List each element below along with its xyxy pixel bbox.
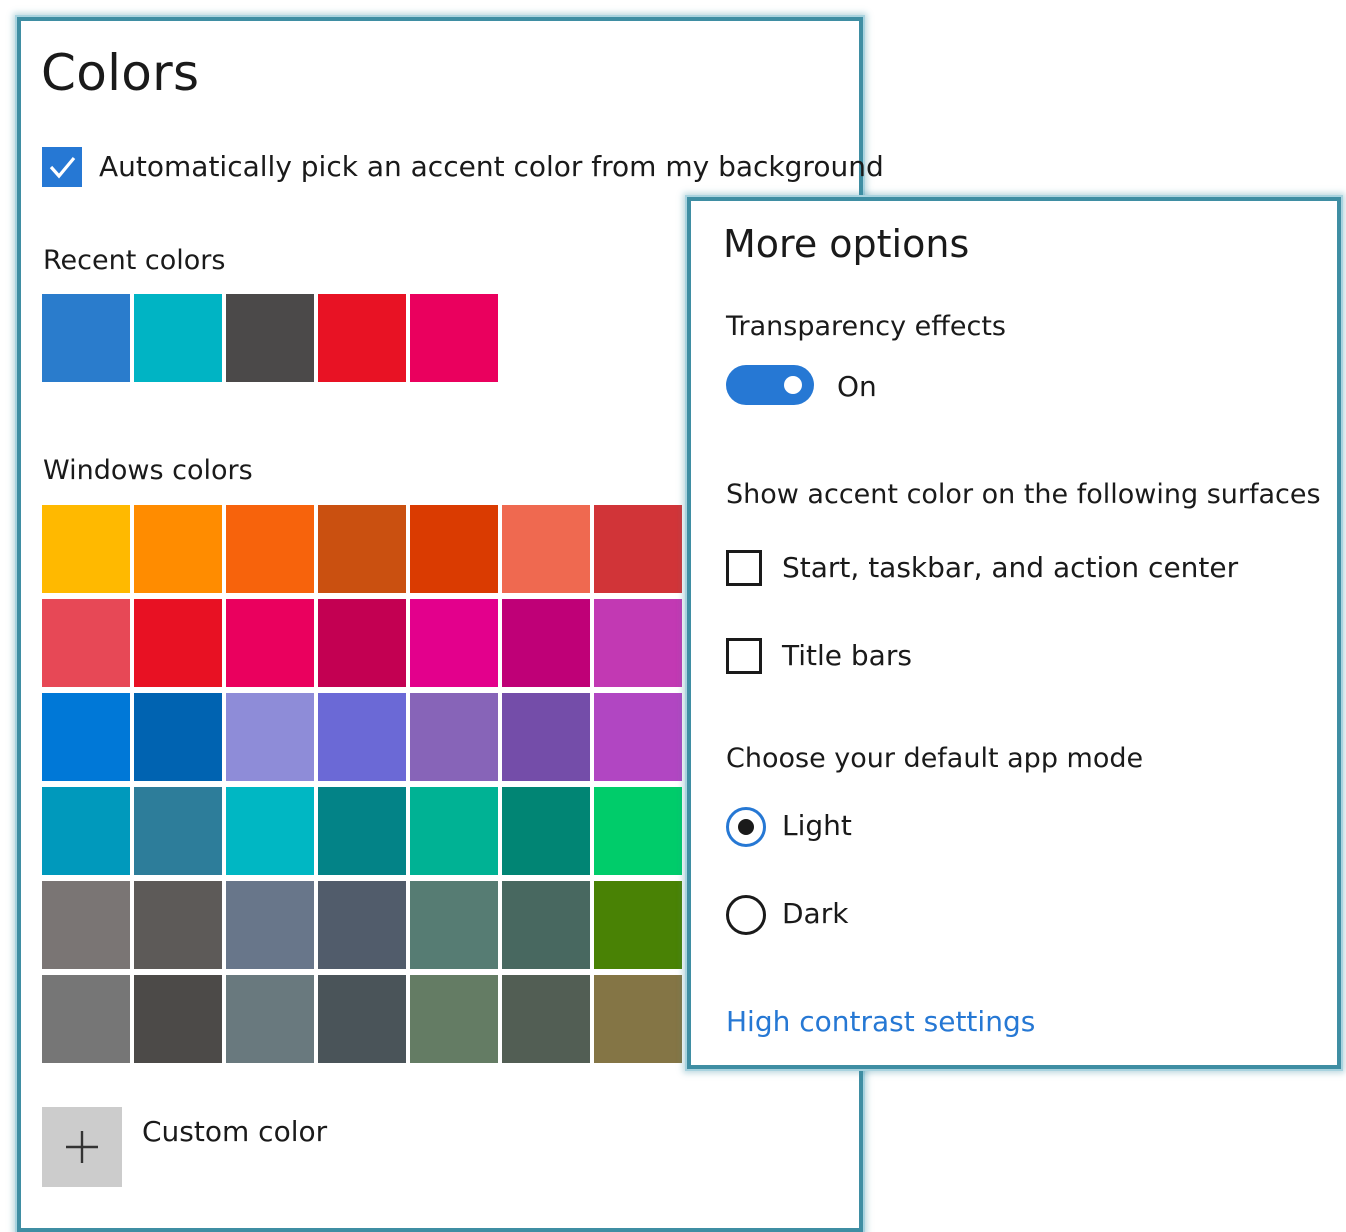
start-taskbar-checkbox[interactable] — [726, 550, 762, 586]
more-options-panel: More options Transparency effects On Sho… — [687, 197, 1341, 1069]
windows-color-swatch[interactable] — [134, 881, 222, 969]
page-title: Colors — [41, 44, 200, 102]
windows-color-swatch[interactable] — [594, 881, 682, 969]
windows-color-swatch[interactable] — [410, 787, 498, 875]
windows-color-swatch[interactable] — [594, 693, 682, 781]
windows-color-swatch[interactable] — [134, 505, 222, 593]
windows-color-swatch[interactable] — [226, 975, 314, 1063]
windows-color-swatch[interactable] — [502, 505, 590, 593]
recent-color-swatch[interactable] — [318, 294, 406, 382]
high-contrast-settings-link[interactable]: High contrast settings — [726, 1001, 1035, 1043]
windows-color-swatch[interactable] — [134, 693, 222, 781]
windows-color-swatch[interactable] — [226, 693, 314, 781]
windows-color-swatch[interactable] — [134, 599, 222, 687]
windows-color-swatch[interactable] — [42, 505, 130, 593]
windows-color-swatch[interactable] — [502, 787, 590, 875]
windows-color-swatch[interactable] — [318, 599, 406, 687]
recent-color-swatch[interactable] — [226, 294, 314, 382]
transparency-state-label: On — [837, 370, 877, 403]
windows-color-swatch[interactable] — [226, 599, 314, 687]
transparency-toggle[interactable] — [726, 365, 814, 405]
custom-color-label[interactable]: Custom color — [142, 1111, 327, 1153]
windows-color-swatch[interactable] — [410, 975, 498, 1063]
windows-colors-heading: Windows colors — [43, 455, 253, 486]
windows-color-swatch[interactable] — [318, 881, 406, 969]
windows-color-swatch[interactable] — [42, 787, 130, 875]
windows-color-swatch[interactable] — [410, 881, 498, 969]
custom-color-button[interactable] — [42, 1107, 122, 1187]
windows-color-swatch[interactable] — [594, 975, 682, 1063]
recent-colors-heading: Recent colors — [43, 245, 226, 276]
radio-selected-dot — [738, 819, 754, 835]
windows-color-swatch[interactable] — [42, 881, 130, 969]
accent-surfaces-label: Show accent color on the following surfa… — [726, 479, 1321, 510]
windows-color-swatch[interactable] — [410, 599, 498, 687]
toggle-knob — [784, 376, 802, 394]
windows-color-swatch[interactable] — [134, 975, 222, 1063]
transparency-label: Transparency effects — [726, 311, 1006, 342]
app-mode-label: Choose your default app mode — [726, 743, 1144, 774]
light-mode-label[interactable]: Light — [782, 805, 852, 847]
title-bars-label[interactable]: Title bars — [782, 635, 912, 677]
auto-accent-checkbox[interactable] — [42, 147, 82, 187]
windows-color-swatch[interactable] — [42, 693, 130, 781]
auto-accent-label[interactable]: Automatically pick an accent color from … — [99, 145, 884, 189]
windows-color-swatch[interactable] — [42, 975, 130, 1063]
recent-color-swatch[interactable] — [134, 294, 222, 382]
windows-color-swatch[interactable] — [594, 599, 682, 687]
dark-mode-radio[interactable] — [726, 895, 766, 935]
windows-color-swatch[interactable] — [226, 881, 314, 969]
windows-color-swatch[interactable] — [594, 787, 682, 875]
windows-color-swatch[interactable] — [134, 787, 222, 875]
start-taskbar-label[interactable]: Start, taskbar, and action center — [782, 547, 1238, 589]
more-options-title: More options — [723, 222, 970, 266]
windows-color-swatch[interactable] — [226, 787, 314, 875]
dark-mode-label[interactable]: Dark — [782, 893, 848, 935]
windows-color-swatch[interactable] — [318, 975, 406, 1063]
windows-color-swatch[interactable] — [502, 881, 590, 969]
windows-color-swatch[interactable] — [410, 505, 498, 593]
recent-color-swatch[interactable] — [410, 294, 498, 382]
windows-color-swatch[interactable] — [594, 505, 682, 593]
recent-color-swatch[interactable] — [42, 294, 130, 382]
windows-color-swatch[interactable] — [318, 787, 406, 875]
windows-color-swatch[interactable] — [42, 599, 130, 687]
windows-color-swatch[interactable] — [502, 599, 590, 687]
plus-icon — [66, 1131, 98, 1163]
light-mode-radio[interactable] — [726, 807, 766, 847]
checkmark-icon — [49, 156, 76, 179]
windows-color-swatch[interactable] — [502, 693, 590, 781]
windows-color-swatch[interactable] — [318, 693, 406, 781]
windows-color-swatch[interactable] — [502, 975, 590, 1063]
windows-color-swatch[interactable] — [318, 505, 406, 593]
title-bars-checkbox[interactable] — [726, 638, 762, 674]
windows-color-swatch[interactable] — [410, 693, 498, 781]
windows-color-swatch[interactable] — [226, 505, 314, 593]
